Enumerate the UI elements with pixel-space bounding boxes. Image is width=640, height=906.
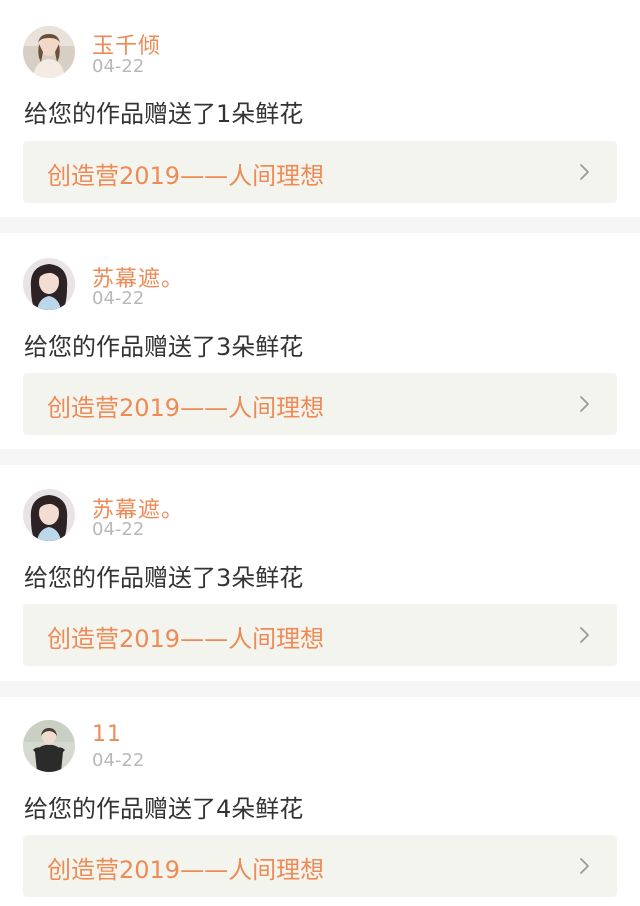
chevron-right-icon (580, 627, 589, 643)
notification-feed: 玉千倾 04-22 给您的作品赠送了1朵鲜花 创造营2019——人间理想 苏幕遮… (0, 0, 640, 906)
avatar[interactable] (23, 720, 75, 772)
work-title: 创造营2019——人间理想 (47, 162, 325, 190)
chevron-right-icon (580, 396, 589, 412)
notification-message: 给您的作品赠送了1朵鲜花 (24, 100, 304, 128)
avatar-woman-portrait-icon (23, 258, 75, 310)
work-title: 创造营2019——人间理想 (47, 625, 325, 653)
work-link-button[interactable]: 创造营2019——人间理想 (23, 373, 617, 435)
avatar-girl-dark-dress-icon (23, 720, 75, 772)
work-link-button[interactable]: 创造营2019——人间理想 (23, 604, 617, 666)
timestamp: 04-22 (92, 519, 145, 540)
notification-header: 玉千倾 04-22 (0, 0, 640, 90)
avatar[interactable] (23, 258, 75, 310)
notification-message: 给您的作品赠送了4朵鲜花 (24, 795, 304, 823)
timestamp: 04-22 (92, 750, 145, 771)
avatar-girl-beige-icon (23, 26, 75, 78)
username[interactable]: 11 (92, 722, 122, 747)
notification-header: 苏幕遮。 04-22 (0, 465, 640, 555)
avatar[interactable] (23, 26, 75, 78)
timestamp: 04-22 (92, 56, 145, 77)
timestamp: 04-22 (92, 288, 145, 309)
work-link-button[interactable]: 创造营2019——人间理想 (23, 141, 617, 203)
avatar[interactable] (23, 489, 75, 541)
notification-header: 11 04-22 (0, 697, 640, 787)
avatar-woman-portrait-icon (23, 489, 75, 541)
notification-message: 给您的作品赠送了3朵鲜花 (24, 333, 304, 361)
notification-card: 苏幕遮。 04-22 给您的作品赠送了3朵鲜花 创造营2019——人间理想 (0, 465, 640, 681)
work-title: 创造营2019——人间理想 (47, 394, 325, 422)
notification-message: 给您的作品赠送了3朵鲜花 (24, 564, 304, 592)
notification-card: 11 04-22 给您的作品赠送了4朵鲜花 创造营2019——人间理想 (0, 697, 640, 906)
notification-card: 苏幕遮。 04-22 给您的作品赠送了3朵鲜花 创造营2019——人间理想 (0, 233, 640, 449)
notification-header: 苏幕遮。 04-22 (0, 233, 640, 323)
chevron-right-icon (580, 164, 589, 180)
work-link-button[interactable]: 创造营2019——人间理想 (23, 835, 617, 897)
work-title: 创造营2019——人间理想 (47, 856, 325, 884)
chevron-right-icon (580, 858, 589, 874)
notification-card: 玉千倾 04-22 给您的作品赠送了1朵鲜花 创造营2019——人间理想 (0, 0, 640, 217)
